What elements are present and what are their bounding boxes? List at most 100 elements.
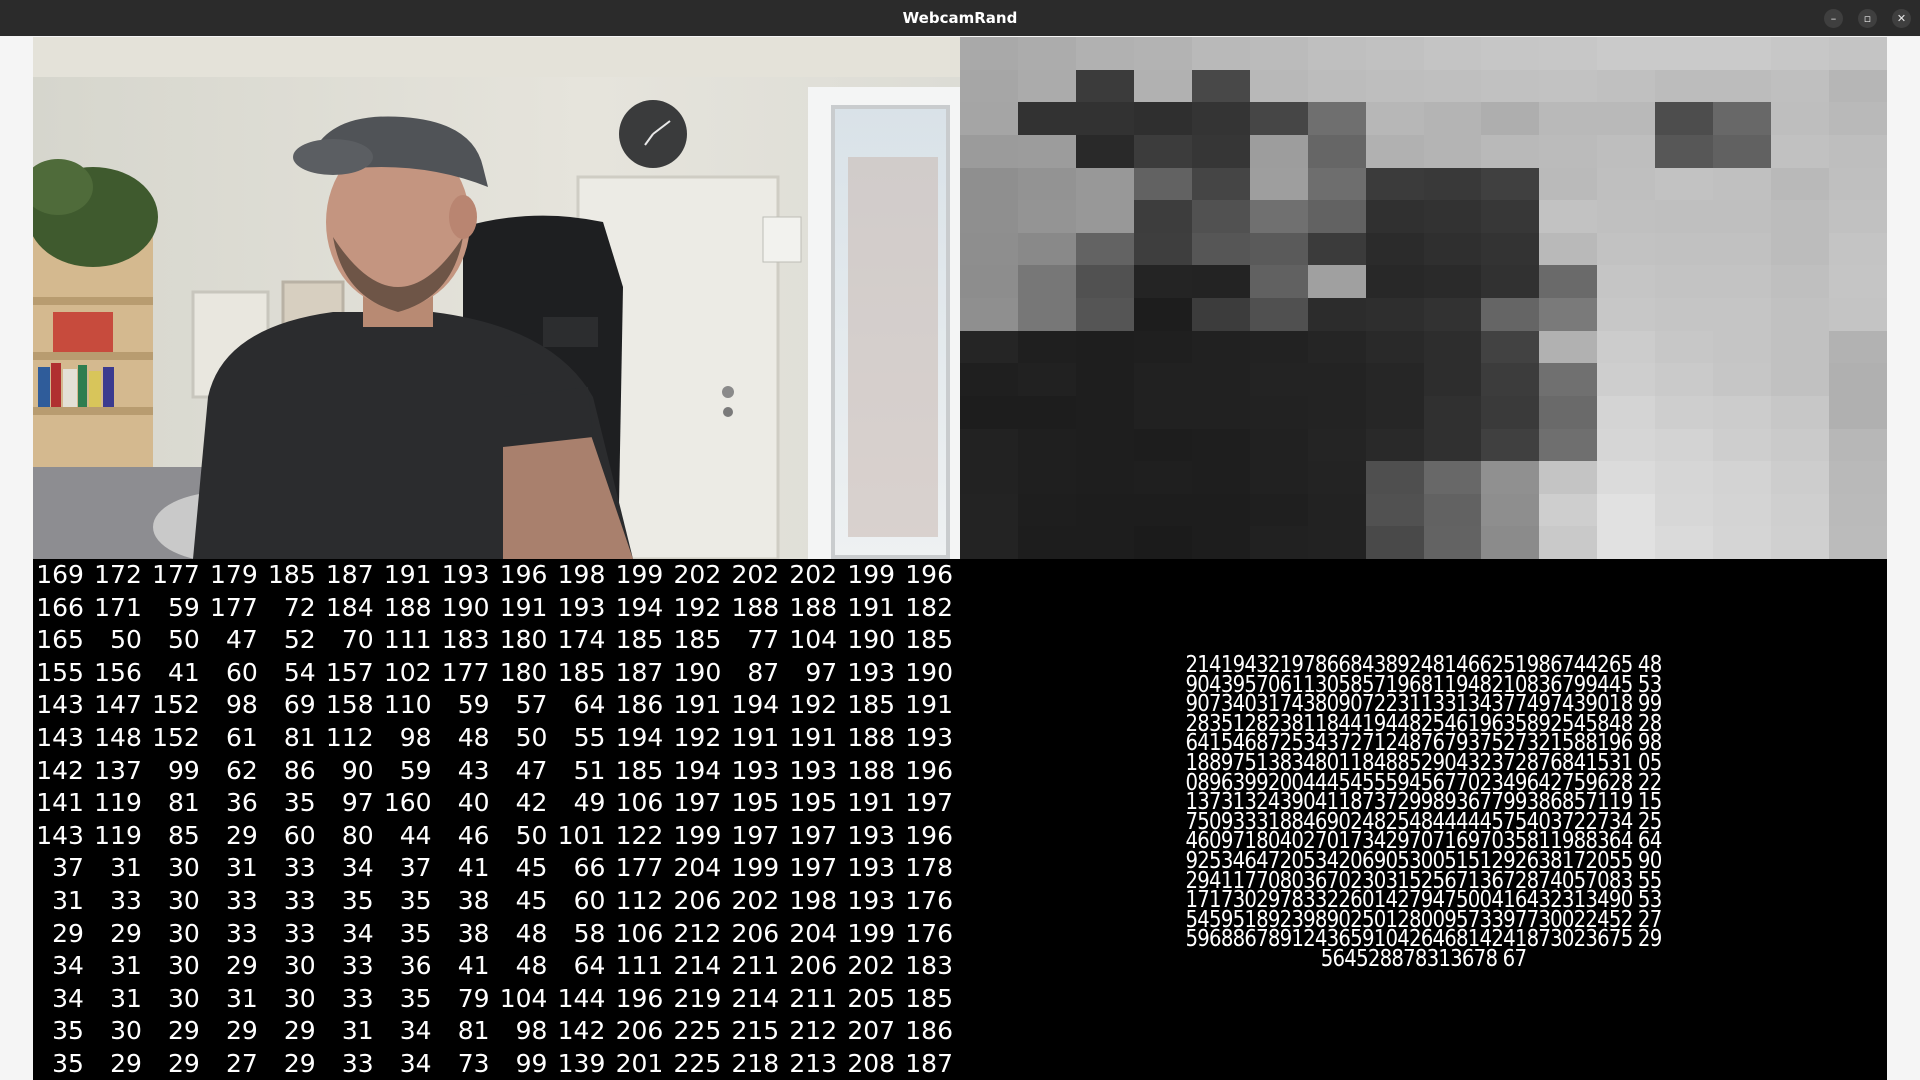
pixel-block — [1017, 200, 1076, 233]
grid-cell: 196 — [499, 560, 548, 589]
grid-cell: 33 — [341, 951, 374, 981]
pixel-block — [1481, 493, 1540, 527]
grid-cell: 192 — [673, 592, 722, 622]
pixel-block — [1249, 330, 1308, 364]
pixel-block — [1713, 167, 1772, 201]
pixel-block — [1017, 232, 1076, 266]
grid-cell: 174 — [557, 625, 606, 655]
pixel-block — [1017, 167, 1076, 201]
grid-cell: 79 — [457, 983, 490, 1013]
grid-cell: 191 — [789, 722, 838, 752]
grid-cell: 29 — [225, 951, 258, 981]
grid-cell: 187 — [905, 1048, 953, 1078]
grid-cell: 172 — [94, 560, 142, 589]
pixel-block — [1017, 69, 1076, 103]
pixel-block — [1597, 134, 1656, 168]
pixel-block — [1771, 37, 1830, 70]
pixel-block — [1423, 167, 1482, 201]
grid-cell: 193 — [905, 722, 953, 752]
pixel-block — [1539, 167, 1598, 201]
grid-cell: 34 — [399, 1048, 432, 1078]
pixel-block — [1365, 493, 1424, 527]
grid-cell: 185 — [673, 625, 722, 655]
pixel-block — [1597, 330, 1656, 364]
pixel-block — [1713, 232, 1772, 266]
grid-cell: 165 — [36, 625, 84, 655]
grid-cell: 156 — [94, 657, 142, 687]
pixel-block — [1307, 37, 1366, 70]
grayscale-number-grid: 169 172 177 179 185 187 191 193 196 198 199 202 202 2… — [33, 559, 960, 1080]
grid-cell: 104 — [789, 625, 838, 655]
pixel-block — [1075, 526, 1134, 559]
webcam-feed — [33, 37, 960, 559]
pixel-block — [1249, 428, 1308, 462]
pixel-block — [1423, 37, 1482, 70]
pixel-block — [1075, 298, 1134, 331]
grid-cell: 37 — [399, 853, 432, 883]
pixel-block — [1191, 232, 1250, 266]
pixel-block — [1307, 395, 1366, 429]
grid-cell: 183 — [441, 625, 490, 655]
grid-cell: 47 — [225, 625, 258, 655]
grid-cell: 202 — [731, 560, 780, 589]
window-titlebar[interactable]: WebcamRand – ▫ ✕ — [0, 0, 1920, 36]
grid-cell: 64 — [573, 690, 606, 720]
grid-cell: 50 — [515, 820, 548, 850]
pixel-block — [1191, 102, 1250, 135]
grid-cell: 144 — [557, 983, 606, 1013]
grid-cell: 112 — [325, 722, 374, 752]
grid-cell: 143 — [36, 820, 84, 850]
pixel-block — [1017, 395, 1076, 429]
grid-cell: 206 — [731, 918, 780, 948]
pixel-block — [960, 69, 1018, 103]
pixel-block — [1771, 69, 1830, 103]
pixel-block — [1191, 37, 1250, 70]
grid-cell: 185 — [267, 560, 316, 589]
pixel-block — [1133, 102, 1192, 135]
grid-cell: 192 — [789, 690, 838, 720]
grid-cell: 41 — [457, 853, 490, 883]
grid-cell: 60 — [225, 657, 258, 687]
grid-cell: 42 — [515, 788, 548, 818]
pixel-block — [1713, 265, 1772, 298]
pixel-block — [1307, 69, 1366, 103]
pixel-block — [1771, 461, 1830, 494]
pixel-block — [1597, 37, 1656, 70]
pixel-block — [1191, 69, 1250, 103]
grid-cell: 81 — [283, 722, 316, 752]
grid-cell: 206 — [615, 1016, 664, 1046]
pixel-block — [1481, 37, 1540, 70]
grid-cell: 31 — [341, 1016, 374, 1046]
pixel-block — [1017, 526, 1076, 559]
pixel-block — [960, 526, 1018, 559]
pixel-block — [1655, 102, 1714, 135]
pixel-block — [1771, 232, 1830, 266]
grid-cell: 152 — [152, 690, 200, 720]
pixel-block — [1191, 298, 1250, 331]
grid-cell: 201 — [615, 1048, 664, 1078]
grid-cell: 204 — [673, 853, 722, 883]
pixel-block — [1365, 200, 1424, 233]
grid-cell: 40 — [457, 788, 490, 818]
grid-cell: 212 — [789, 1016, 838, 1046]
close-button[interactable]: ✕ — [1892, 9, 1911, 28]
grid-cell: 47 — [515, 755, 548, 785]
minimize-button[interactable]: – — [1824, 9, 1843, 28]
grid-cell: 188 — [847, 755, 896, 785]
grid-cell: 29 — [110, 918, 142, 948]
grid-cell: 64 — [573, 951, 606, 981]
pixel-block — [1423, 69, 1482, 103]
grid-cell: 33 — [341, 983, 374, 1013]
grid-cell: 45 — [515, 853, 548, 883]
grid-cell: 59 — [399, 755, 432, 785]
grid-cell: 38 — [457, 885, 490, 915]
grid-cell: 29 — [283, 1048, 316, 1078]
pixel-block — [1191, 330, 1250, 364]
random-number-output: 21419432197866843892481466251986744265 4… — [960, 559, 1887, 1080]
pixel-block — [1307, 493, 1366, 527]
maximize-button[interactable]: ▫ — [1858, 9, 1877, 28]
grid-cell: 29 — [283, 1016, 316, 1046]
grid-cell: 202 — [673, 560, 722, 589]
pixel-block — [1597, 428, 1656, 462]
grid-cell: 73 — [457, 1048, 490, 1078]
